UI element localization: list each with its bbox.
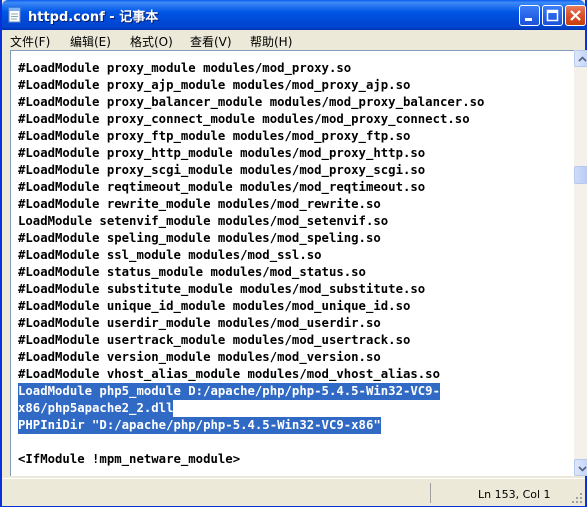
text-line[interactable]: #LoadModule proxy_http_module modules/mo…: [18, 145, 425, 162]
arrow-up-icon: [578, 56, 587, 62]
text-line[interactable]: #LoadModule status_module modules/mod_st…: [18, 264, 366, 281]
text-line[interactable]: #LoadModule proxy_balancer_module module…: [18, 94, 484, 111]
close-icon: [570, 10, 581, 21]
status-bar: Ln 153, Col 1: [2, 478, 585, 506]
text-line[interactable]: #LoadModule vhost_alias_module modules/m…: [18, 366, 440, 383]
text-editor-area[interactable]: #LoadModule proxy_module modules/mod_pro…: [10, 50, 574, 476]
scroll-up-button[interactable]: [574, 50, 587, 67]
text-line[interactable]: #LoadModule proxy_ftp_module modules/mod…: [18, 128, 410, 145]
scroll-thumb[interactable]: [574, 166, 587, 184]
vertical-scrollbar[interactable]: [574, 50, 587, 476]
text-line[interactable]: #LoadModule ssl_module modules/mod_ssl.s…: [18, 247, 322, 264]
status-divider: [430, 483, 431, 503]
menu-file[interactable]: 文件(F): [10, 33, 50, 50]
minimize-button[interactable]: [519, 5, 540, 26]
selected-text-line[interactable]: PHPIniDir "D:/apache/php/php-5.4.5-Win32…: [18, 417, 381, 434]
cursor-position: Ln 153, Col 1: [478, 488, 551, 501]
text-line[interactable]: #LoadModule usertrack_module modules/mod…: [18, 332, 410, 349]
selected-text-line[interactable]: LoadModule php5_module D:/apache/php/php…: [18, 383, 440, 400]
text-line[interactable]: #LoadModule proxy_connect_module modules…: [18, 111, 470, 128]
scroll-down-button[interactable]: [574, 459, 587, 476]
resize-grip-icon[interactable]: [571, 492, 583, 504]
text-line[interactable]: <IfModule !mpm_netware_module>: [18, 451, 240, 468]
text-line[interactable]: #LoadModule proxy_scgi_module modules/mo…: [18, 162, 425, 179]
text-line[interactable]: #LoadModule proxy_ajp_module modules/mod…: [18, 77, 410, 94]
text-line[interactable]: #LoadModule reqtimeout_module modules/mo…: [18, 179, 425, 196]
menu-format[interactable]: 格式(O): [130, 33, 173, 50]
text-line[interactable]: #LoadModule unique_id_module modules/mod…: [18, 298, 410, 315]
menu-help[interactable]: 帮助(H): [250, 33, 292, 50]
menu-edit[interactable]: 编辑(E): [70, 33, 111, 50]
text-line[interactable]: #LoadModule rewrite_module modules/mod_r…: [18, 196, 381, 213]
text-line[interactable]: #LoadModule speling_module modules/mod_s…: [18, 230, 381, 247]
menu-view[interactable]: 查看(V): [190, 33, 232, 50]
notepad-icon: [8, 7, 21, 23]
arrow-down-icon: [578, 466, 587, 472]
notepad-window: httpd.conf - 记事本 文件(F) 编辑(E) 格式(O) 查看(V)…: [0, 0, 587, 507]
title-bar[interactable]: httpd.conf - 记事本: [2, 0, 586, 30]
text-line[interactable]: LoadModule setenvif_module modules/mod_s…: [18, 213, 388, 230]
maximize-button[interactable]: [542, 5, 563, 26]
selected-text-line[interactable]: x86/php5apache2_2.dll: [18, 400, 174, 417]
window-title: httpd.conf - 记事本: [28, 10, 159, 25]
text-line[interactable]: #LoadModule userdir_module modules/mod_u…: [18, 315, 381, 332]
minimize-icon: [525, 18, 532, 21]
text-line[interactable]: #LoadModule proxy_module modules/mod_pro…: [18, 60, 351, 77]
text-line[interactable]: #LoadModule version_module modules/mod_v…: [18, 349, 381, 366]
close-button[interactable]: [565, 5, 586, 26]
text-line[interactable]: #LoadModule substitute_module modules/mo…: [18, 281, 425, 298]
menu-bar: 文件(F) 编辑(E) 格式(O) 查看(V) 帮助(H): [2, 30, 585, 50]
maximize-icon: [546, 9, 559, 22]
